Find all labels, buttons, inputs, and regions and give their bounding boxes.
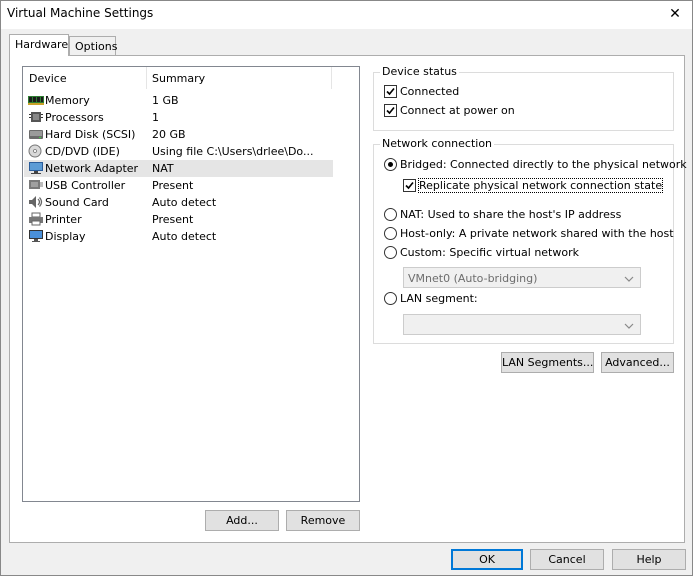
- column-separator[interactable]: [146, 67, 147, 89]
- bridged-radio[interactable]: Bridged: Connected directly to the physi…: [384, 158, 687, 171]
- device-status-group: Device status Connected Connect at power…: [373, 65, 674, 131]
- window-title: Virtual Machine Settings: [7, 6, 154, 20]
- device-name: Processors: [45, 111, 104, 124]
- connected-checkbox[interactable]: Connected: [384, 85, 459, 98]
- processor-icon: [28, 110, 44, 124]
- advanced-button[interactable]: Advanced...: [601, 352, 674, 373]
- connect-at-power-on-checkbox[interactable]: Connect at power on: [384, 104, 515, 117]
- device-list[interactable]: Device Summary Memory 1 GB Processors 1: [22, 66, 360, 502]
- display-icon: [28, 229, 44, 243]
- replicate-state-checkbox[interactable]: Replicate physical network connection st…: [403, 178, 664, 193]
- device-row-network-adapter[interactable]: Network Adapter NAT: [24, 160, 333, 177]
- vm-settings-window: Virtual Machine Settings ✕ Hardware Opti…: [0, 0, 693, 576]
- nat-label: NAT: Used to share the host's IP address: [400, 208, 622, 221]
- radio-unselected-icon: [384, 227, 397, 240]
- add-button[interactable]: Add...: [205, 510, 279, 531]
- device-row-sound-card[interactable]: Sound Card Auto detect: [24, 194, 333, 211]
- device-name: Display: [45, 230, 86, 243]
- hard-disk-icon: [28, 127, 44, 141]
- device-summary: 20 GB: [152, 128, 186, 141]
- network-connection-title: Network connection: [380, 137, 495, 150]
- device-row-cd-dvd[interactable]: CD/DVD (IDE) Using file C:\Users\drlee\D…: [24, 143, 333, 160]
- help-button[interactable]: Help: [612, 549, 686, 570]
- device-summary: Auto detect: [152, 196, 217, 209]
- column-separator[interactable]: [331, 67, 332, 89]
- radio-selected-icon: [384, 158, 397, 171]
- printer-icon: [28, 212, 44, 226]
- lan-segments-button[interactable]: LAN Segments...: [501, 352, 594, 373]
- chevron-down-icon: [624, 273, 634, 286]
- radio-unselected-icon: [384, 246, 397, 259]
- device-name: Hard Disk (SCSI): [45, 128, 136, 141]
- host-only-label: Host-only: A private network shared with…: [400, 227, 674, 240]
- custom-network-value: VMnet0 (Auto-bridging): [408, 272, 538, 285]
- device-name: Network Adapter: [45, 162, 139, 175]
- network-adapter-icon: [28, 161, 44, 175]
- device-row-display[interactable]: Display Auto detect: [24, 228, 333, 245]
- device-summary: NAT: [152, 162, 174, 175]
- host-only-radio[interactable]: Host-only: A private network shared with…: [384, 227, 674, 240]
- cd-dvd-icon: [28, 144, 44, 158]
- device-row-processors[interactable]: Processors 1: [24, 109, 333, 126]
- checkbox-checked-icon: [403, 179, 416, 192]
- device-summary: Present: [152, 213, 194, 226]
- title-bar: Virtual Machine Settings ✕: [1, 1, 692, 29]
- remove-button[interactable]: Remove: [286, 510, 360, 531]
- nat-radio[interactable]: NAT: Used to share the host's IP address: [384, 208, 621, 221]
- checkbox-checked-icon: [384, 85, 397, 98]
- ok-button[interactable]: OK: [451, 549, 523, 570]
- checkbox-checked-icon: [384, 104, 397, 117]
- radio-unselected-icon: [384, 208, 397, 221]
- lan-segment-radio[interactable]: LAN segment:: [384, 292, 478, 305]
- memory-icon: [28, 93, 44, 107]
- tab-hardware[interactable]: Hardware: [9, 34, 69, 56]
- lan-segment-select[interactable]: [403, 314, 641, 335]
- radio-unselected-icon: [384, 292, 397, 305]
- custom-network-select[interactable]: VMnet0 (Auto-bridging): [403, 267, 641, 288]
- hardware-panel: Device Summary Memory 1 GB Processors 1: [9, 55, 687, 543]
- device-summary: Auto detect: [152, 230, 217, 243]
- device-name: Memory: [45, 94, 90, 107]
- column-header-summary[interactable]: Summary: [152, 72, 205, 85]
- device-name: Sound Card: [45, 196, 109, 209]
- custom-radio[interactable]: Custom: Specific virtual network: [384, 246, 579, 259]
- connect-at-power-on-label: Connect at power on: [400, 104, 515, 117]
- connected-label: Connected: [400, 85, 460, 98]
- device-list-header: Device Summary: [23, 67, 359, 89]
- device-summary: 1: [152, 111, 159, 124]
- device-summary: Present: [152, 179, 194, 192]
- lan-segment-label: LAN segment:: [400, 292, 478, 305]
- device-name: USB Controller: [45, 179, 126, 192]
- device-summary: 1 GB: [152, 94, 179, 107]
- bridged-label: Bridged: Connected directly to the physi…: [400, 158, 687, 171]
- device-name: CD/DVD (IDE): [45, 145, 120, 158]
- cancel-button[interactable]: Cancel: [530, 549, 604, 570]
- device-row-printer[interactable]: Printer Present: [24, 211, 333, 228]
- column-header-device[interactable]: Device: [29, 72, 67, 85]
- device-row-memory[interactable]: Memory 1 GB: [24, 92, 333, 109]
- device-name: Printer: [45, 213, 82, 226]
- network-connection-group: Network connection Bridged: Connected di…: [373, 137, 687, 344]
- device-row-usb-controller[interactable]: USB Controller Present: [24, 177, 333, 194]
- device-status-title: Device status: [380, 65, 459, 78]
- tab-options[interactable]: Options: [69, 36, 117, 55]
- chevron-down-icon: [624, 320, 634, 333]
- custom-label: Custom: Specific virtual network: [400, 246, 579, 259]
- usb-controller-icon: [28, 178, 44, 192]
- device-summary: Using file C:\Users\drlee\Do...: [152, 145, 314, 158]
- sound-card-icon: [28, 195, 44, 209]
- device-row-hard-disk[interactable]: Hard Disk (SCSI) 20 GB: [24, 126, 333, 143]
- replicate-state-label: Replicate physical network connection st…: [417, 178, 664, 193]
- close-icon[interactable]: ✕: [658, 1, 692, 27]
